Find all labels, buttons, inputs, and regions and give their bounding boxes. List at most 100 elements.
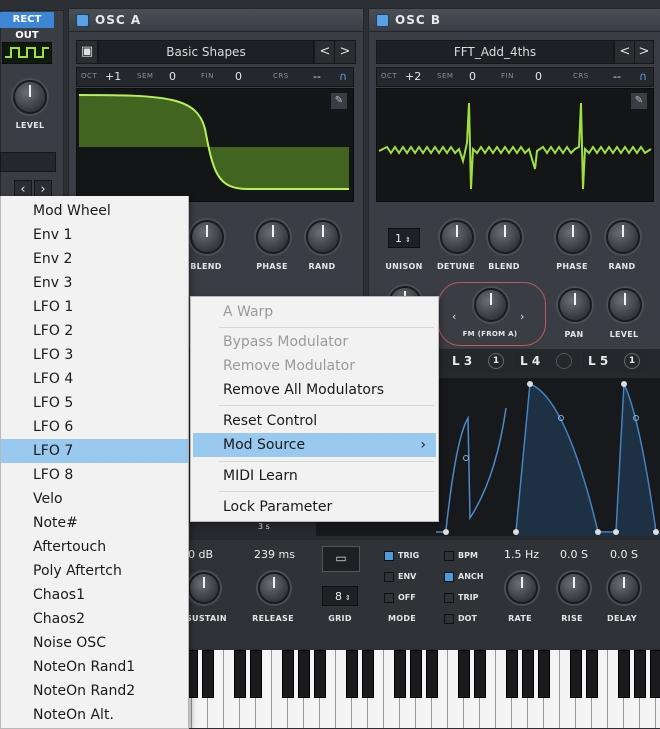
sustain-knob[interactable] [188,572,220,604]
lfo-tab-3[interactable]: L 3 1 [446,350,512,372]
trig-checkbox[interactable] [384,551,394,561]
unison-stepper-icon[interactable]: ⇕ [405,236,411,244]
trip-checkbox[interactable] [444,593,454,603]
black-key[interactable] [234,650,246,698]
mod-source-item-lfo-4[interactable]: LFO 4 [1,367,188,391]
mod-source-item-velo[interactable]: Velo [1,487,188,511]
osc-b-pan-knob[interactable] [558,288,592,322]
menu-lock-parameter[interactable]: Lock Parameter [191,495,438,519]
delay-knob[interactable] [608,572,640,604]
menu-midi-learn[interactable]: MIDI Learn [191,464,438,488]
osc-b-oct-value[interactable]: +2 [405,70,421,83]
mod-source-item-lfo-5[interactable]: LFO 5 [1,391,188,415]
fm-next-arrow-icon[interactable]: › [520,310,524,323]
black-key[interactable] [474,650,486,698]
black-key[interactable] [346,650,358,698]
menu-remove-all-modulators[interactable]: Remove All Modulators [191,378,438,402]
osc-a-prev-button[interactable]: < [314,40,336,64]
mod-source-item-chaos2[interactable]: Chaos2 [1,607,188,631]
mod-source-item-noteon-rand2[interactable]: NoteOn Rand2 [1,679,188,703]
rise-knob[interactable] [558,572,590,604]
lfo-tab-4[interactable]: L 4 [514,350,580,372]
rate-value[interactable]: 1.5 Hz [504,548,539,561]
release-value[interactable]: 239 ms [254,548,295,561]
black-key[interactable] [394,650,406,698]
mod-source-item-env-3[interactable]: Env 3 [1,271,188,295]
osc-b-edit-icon[interactable]: ✎ [631,93,647,109]
grid-field[interactable]: 8 ⇕ [322,586,358,606]
fm-prev-arrow-icon[interactable]: ‹ [452,310,456,323]
black-key[interactable] [426,650,438,698]
osc-a-sem-value[interactable]: 0 [169,70,176,83]
black-key[interactable] [634,650,646,698]
mod-source-item-env-2[interactable]: Env 2 [1,247,188,271]
lfo-tab-5[interactable]: L 5 1 [582,350,648,372]
mod-source-item-lfo-8[interactable]: LFO 8 [1,463,188,487]
left-preset-field[interactable] [0,152,56,172]
mod-source-item-chaos1[interactable]: Chaos1 [1,583,188,607]
unison-field[interactable]: 1 ⇕ [388,228,420,248]
black-key[interactable] [282,650,294,698]
black-key[interactable] [298,650,310,698]
anch-checkbox[interactable] [444,572,454,582]
mod-source-item-noise-osc[interactable]: Noise OSC [1,631,188,655]
black-key[interactable] [410,650,422,698]
mod-source-item-noteon-rand1[interactable]: NoteOn Rand1 [1,655,188,679]
mod-source-item-lfo-7[interactable]: LFO 7 [1,439,188,463]
mod-source-item-env-1[interactable]: Env 1 [1,223,188,247]
mod-source-item-aftertouch[interactable]: Aftertouch [1,535,188,559]
osc-b-next-button[interactable]: > [634,40,654,64]
osc-a-blend-knob[interactable] [190,220,224,254]
osc-b-phase-knob[interactable] [556,220,590,254]
osc-a-rand-knob[interactable] [306,220,340,254]
release-knob[interactable] [258,572,290,604]
osc-a-crs-value[interactable]: -- [313,70,321,83]
grid-stepper-icon[interactable]: ⇕ [345,594,351,602]
osc-b-crs-value[interactable]: -- [613,70,621,83]
osc-a-enable-toggle[interactable] [76,14,89,27]
rise-value[interactable]: 0.0 S [560,548,588,561]
black-key[interactable] [250,650,262,698]
sustain-value[interactable]: 0 dB [188,548,213,561]
direct-out-button[interactable]: RECT OUT [0,12,54,41]
mod-source-item-lfo-3[interactable]: LFO 3 [1,343,188,367]
osc-b-sem-value[interactable]: 0 [469,70,476,83]
osc-b-level-knob[interactable] [608,288,642,322]
mod-source-item-lfo-2[interactable]: LFO 2 [1,319,188,343]
black-key[interactable] [650,650,660,698]
osc-a-preset-name[interactable]: Basic Shapes [98,40,314,64]
mod-source-item-lfo-1[interactable]: LFO 1 [1,295,188,319]
osc-b-rand-knob[interactable] [606,220,640,254]
black-key[interactable] [362,650,374,698]
bpm-checkbox[interactable] [444,551,454,561]
menu-reset-control[interactable]: Reset Control [191,409,438,433]
osc-a-next-button[interactable]: > [334,40,356,64]
rate-knob[interactable] [506,572,538,604]
osc-a-save-icon[interactable]: ▣ [76,40,98,64]
delay-value[interactable]: 0.0 S [610,548,638,561]
fm-from-a-knob[interactable] [474,288,508,322]
black-key[interactable] [202,650,214,698]
black-key[interactable] [618,650,630,698]
osc-a-edit-icon[interactable]: ✎ [331,93,347,109]
black-key[interactable] [522,650,534,698]
black-key[interactable] [314,650,326,698]
black-key[interactable] [506,650,518,698]
osc-a-phase-knob[interactable] [256,220,290,254]
mod-source-item-lfo-6[interactable]: LFO 6 [1,415,188,439]
osc-b-prev-button[interactable]: < [614,40,636,64]
black-key[interactable] [586,650,598,698]
lfo-folder-icon[interactable]: ▭ [322,546,360,572]
osc-b-link-icon[interactable]: ∩ [639,70,647,83]
off-checkbox[interactable] [384,593,394,603]
osc-b-fin-value[interactable]: 0 [535,70,542,83]
mod-source-item-mod-wheel[interactable]: Mod Wheel [1,199,188,223]
black-key[interactable] [538,650,550,698]
mod-source-item-poly-aftertch[interactable]: Poly Aftertch [1,559,188,583]
osc-b-blend-knob[interactable] [488,220,522,254]
mod-source-item-note[interactable]: Note# [1,511,188,535]
black-key[interactable] [570,650,582,698]
menu-mod-source[interactable]: Mod Source › [193,433,436,457]
osc-b-enable-toggle[interactable] [376,14,389,27]
osc-a-oct-value[interactable]: +1 [105,70,121,83]
